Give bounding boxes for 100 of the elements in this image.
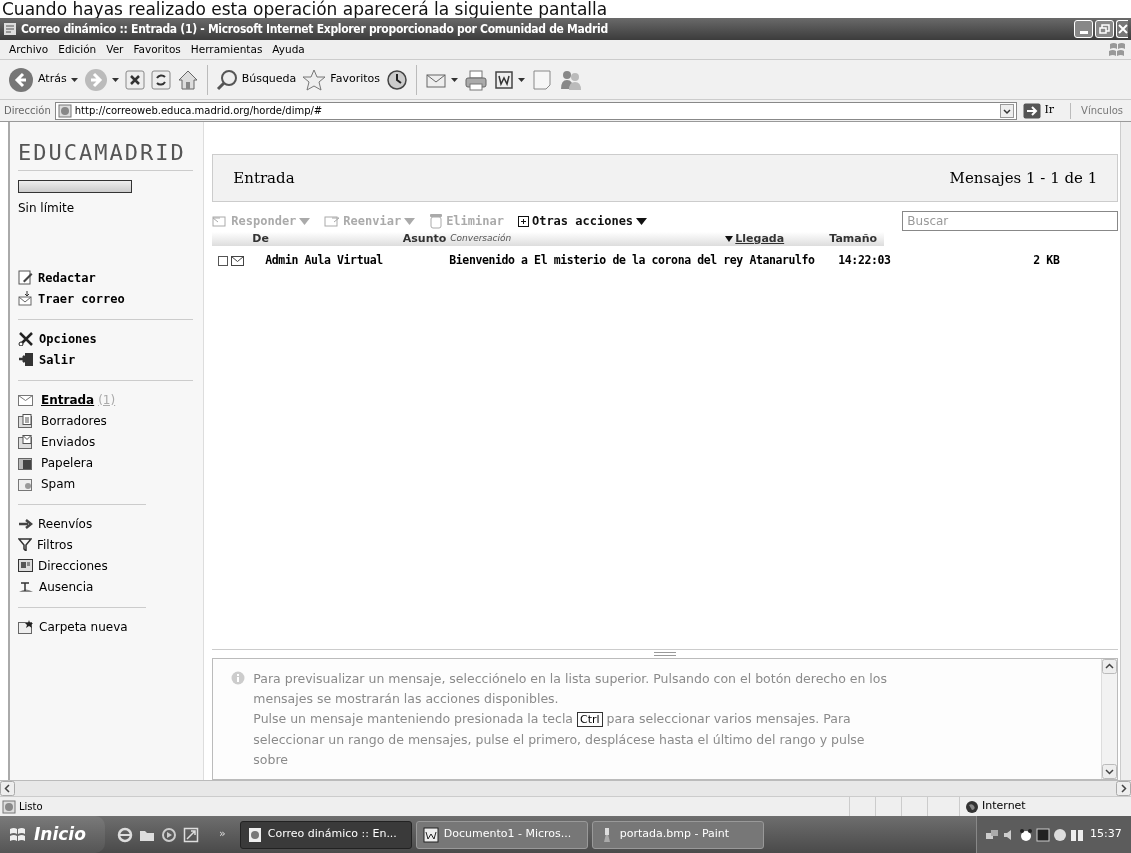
close-icon: [1117, 24, 1128, 34]
envelope-icon: [18, 393, 33, 406]
back-button[interactable]: Atrás: [8, 66, 78, 93]
quota-text: Sin límite: [18, 200, 76, 217]
sidebar-item[interactable]: Carpeta nueva: [18, 618, 194, 635]
menu-item[interactable]: Ayuda: [267, 41, 310, 58]
column-header-cell[interactable]: Tamaño: [829, 230, 878, 248]
menu-item[interactable]: Herramientas: [185, 41, 268, 58]
globe-icon: [966, 800, 978, 813]
messenger-button[interactable]: [559, 68, 583, 91]
print-button[interactable]: [464, 68, 488, 91]
checkbox-icon[interactable]: [218, 256, 229, 266]
sidebar-item[interactable]: Ausencia: [18, 578, 194, 595]
blank-page-icon: [531, 68, 553, 91]
key-label: Ctrl: [577, 712, 603, 727]
page-icon: [2, 799, 16, 814]
minimize-button[interactable]: [1074, 20, 1093, 38]
envelope-icon: [231, 256, 245, 266]
printer-icon: [464, 68, 488, 91]
window-icon: [3, 22, 17, 36]
plus-box-icon: [517, 215, 529, 227]
sidebar-item[interactable]: Spam: [18, 475, 194, 492]
info-icon: [231, 671, 246, 685]
taskbar-button[interactable]: portada.bmp - Paint: [591, 820, 764, 849]
subject-cell-text: Bienvenido a El misterio de la corona del rey Atanarulfo: [449, 252, 816, 270]
address-label: Dirección: [4, 104, 51, 118]
history-button[interactable]: [386, 68, 408, 91]
sidebar-item[interactable]: Papelera: [18, 454, 194, 471]
filter-icon: [18, 538, 32, 551]
stop-button[interactable]: [124, 69, 145, 90]
caret-icon: [636, 217, 648, 225]
stop-icon: [124, 69, 145, 90]
zone-text: Internet: [982, 798, 1026, 815]
sidebar-item[interactable]: Traer correo: [18, 290, 194, 307]
search-button[interactable]: Búsqueda: [215, 68, 297, 91]
forward-mail-icon: [324, 214, 341, 228]
sidebar-item[interactable]: Entrada (1): [18, 391, 194, 408]
url-text: http://correoweb.educa.madrid.org/horde/dimp/#: [74, 104, 323, 118]
search-icon: [215, 68, 238, 91]
resize-handle-icon[interactable]: [654, 652, 677, 656]
word-document-icon: [422, 826, 439, 843]
maximize-button[interactable]: [1095, 20, 1114, 38]
sidebar-item[interactable]: Salir: [18, 351, 194, 368]
vertical-scrollbar[interactable]: [1101, 659, 1118, 779]
caption-text: Cuando hayas realizado esta operación aparecerá la siguiente pantalla: [2, 0, 608, 18]
sidebar-item[interactable]: Borradores: [18, 412, 194, 429]
desktop-icon[interactable]: [183, 826, 199, 843]
taskbar-button[interactable]: Correo dinámico :: En...: [239, 820, 412, 849]
sidebar-item[interactable]: Reenvíos: [18, 515, 194, 532]
monitor-icon[interactable]: [1036, 827, 1050, 842]
refresh-button[interactable]: [150, 69, 171, 90]
menu-item[interactable]: Edición: [53, 41, 102, 58]
go-button[interactable]: Ir: [1021, 102, 1057, 119]
close-button[interactable]: [1116, 20, 1128, 38]
sidebar-item[interactable]: Opciones: [18, 330, 194, 347]
caret-icon: [70, 77, 78, 82]
help-text: Para previsualizar un mensaje, selecciónelo en la lista superior. Pulsando con el botón derecho en los mensajes se mostrarán las acciones disponibles.: [253, 670, 888, 708]
network-icon[interactable]: [985, 827, 999, 842]
links-label[interactable]: Vínculos: [1075, 103, 1131, 118]
browser-page-icon: [246, 826, 263, 843]
toolbar-button[interactable]: Otras acciones: [517, 212, 648, 230]
more-text[interactable]: »: [219, 826, 226, 843]
restore-icon: [1099, 24, 1110, 34]
right-arrow-icon: [18, 518, 33, 529]
home-button[interactable]: [176, 68, 199, 91]
taskbar-button[interactable]: Documento1 - Micros...: [415, 820, 588, 849]
folder-title: Entrada: [233, 167, 295, 189]
start-button[interactable]: Inicio: [0, 816, 105, 853]
media-icon[interactable]: [161, 826, 177, 843]
menu-item[interactable]: Archivo: [4, 41, 54, 58]
address-field[interactable]: http://correoweb.educa.madrid.org/horde/dimp/#: [54, 101, 1018, 120]
spam-folder-icon: [18, 476, 33, 491]
history-icon: [386, 68, 408, 91]
window-title: Correo dinámico :: Entrada (1) - Microsoft Internet Explorer proporcionado por Comunidad de Madrid: [21, 21, 608, 38]
exit-door-icon: [18, 352, 34, 367]
windows-logo-icon: [1107, 40, 1127, 59]
mail-download-icon: [18, 291, 33, 306]
column-header-cell[interactable]: Asunto: [392, 230, 447, 248]
browser-icon[interactable]: [117, 826, 133, 843]
bars-icon[interactable]: [1070, 827, 1084, 842]
minimize-icon: [1079, 31, 1088, 34]
search-field[interactable]: Buscar: [902, 211, 1119, 231]
message-row[interactable]: Admin Aula Virtual Bienvenido a El misterio de la corona del rey Atanarulfo 14:22:03 2 KB: [212, 254, 1119, 268]
page-scrollbar[interactable]: [1120, 122, 1131, 780]
word-button[interactable]: [494, 69, 525, 90]
sidebar-item[interactable]: Redactar: [18, 269, 194, 286]
horizontal-scrollbar[interactable]: [0, 780, 1131, 796]
trash-icon: [429, 213, 444, 229]
column-header-cell[interactable]: Llegada: [735, 230, 785, 248]
sidebar-item[interactable]: Filtros: [18, 536, 194, 553]
caret-icon: [518, 77, 525, 82]
column-note: Conversación: [450, 232, 513, 246]
sidebar-item[interactable]: Direcciones: [18, 557, 194, 574]
column-header-cell[interactable]: De: [212, 230, 393, 248]
menu-item[interactable]: Ver: [101, 41, 129, 58]
sidebar-item[interactable]: Enviados: [18, 433, 194, 450]
new-folder-icon: [18, 619, 34, 634]
favorites-button[interactable]: Favoritos: [302, 68, 380, 91]
scissors-tools-icon: [18, 331, 34, 346]
menu-item[interactable]: Favoritos: [128, 41, 186, 58]
